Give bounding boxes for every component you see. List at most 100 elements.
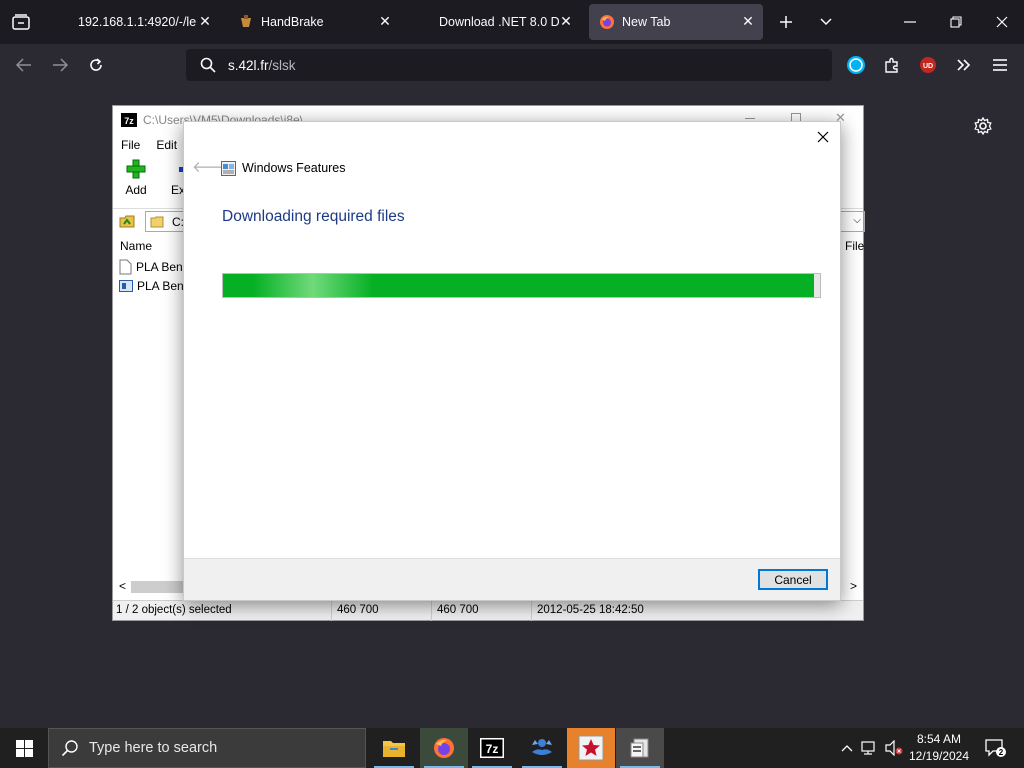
tab-label: HandBrake — [261, 15, 324, 29]
executable-icon — [119, 280, 133, 292]
taskbar-clock[interactable]: 8:54 AM 12/19/2024 — [902, 731, 976, 765]
close-icon[interactable]: ✕ — [378, 14, 392, 28]
status-selection: 1 / 2 object(s) selected — [116, 604, 232, 616]
menu-edit[interactable]: Edit — [148, 134, 185, 156]
taskbar-star-app[interactable] — [567, 728, 615, 768]
ublock-icon[interactable]: UD — [914, 51, 942, 79]
folder-icon — [150, 216, 164, 227]
search-placeholder: Type here to search — [89, 740, 218, 756]
7zip-status-bar: 1 / 2 object(s) selected 460 700 460 700… — [113, 600, 863, 621]
clock-date: 12/19/2024 — [908, 749, 970, 763]
status-packed: 460 700 — [437, 604, 479, 616]
new-tab-button[interactable] — [772, 8, 800, 36]
plus-icon — [126, 159, 146, 179]
taskbar-genie-app[interactable] — [518, 728, 566, 768]
taskbar-windows-features[interactable] — [616, 728, 664, 768]
tab-dotnet-download[interactable]: Download .NET 8.0 Desktop ✕ — [429, 4, 581, 40]
scroll-thumb[interactable] — [131, 581, 183, 593]
scroll-right-icon[interactable]: > — [850, 579, 857, 593]
column-file[interactable]: File — [845, 239, 864, 253]
column-name[interactable]: Name — [120, 239, 152, 253]
7zip-icon: 7z — [121, 113, 137, 127]
browser-nav-bar: s.42l.fr/slsk UD — [0, 44, 1024, 86]
hamburger-menu-icon[interactable] — [986, 51, 1014, 79]
restore-button[interactable] — [942, 8, 970, 36]
dialog-heading: Downloading required files — [222, 208, 405, 225]
svg-text:7z: 7z — [486, 742, 499, 756]
svg-text:7z: 7z — [124, 116, 134, 126]
file-name: PLA Benc — [137, 279, 190, 293]
tab-label: Download .NET 8.0 Desktop — [439, 15, 559, 29]
chevron-down-icon[interactable]: ⌵ — [853, 215, 861, 226]
back-arrow-icon[interactable]: 🡐 — [192, 160, 232, 176]
progress-glow — [253, 274, 373, 297]
close-icon[interactable]: ✕ — [741, 14, 755, 28]
firefox-icon — [600, 15, 614, 29]
extensions-icon[interactable] — [878, 51, 906, 79]
search-icon — [61, 740, 78, 757]
start-button[interactable] — [0, 728, 48, 768]
taskbar-firefox[interactable] — [420, 728, 468, 768]
reload-button[interactable] — [82, 51, 110, 79]
gear-icon[interactable] — [972, 115, 994, 137]
tab-handbrake[interactable]: HandBrake ✕ — [228, 4, 400, 40]
file-name: PLA Benc — [136, 260, 189, 274]
tab-list-icon[interactable] — [0, 0, 42, 44]
browser-tab-bar: 192.168.1.1:4920/-/leases ✕ HandBrake ✕ … — [0, 0, 1024, 44]
notification-count: 2 — [999, 748, 1004, 757]
chevron-down-icon[interactable] — [812, 8, 840, 36]
download-progress-bar — [222, 273, 821, 298]
status-size: 460 700 — [337, 604, 379, 616]
7zip-menu-bar: File Edit — [113, 134, 185, 156]
file-explorer-icon — [383, 741, 405, 757]
show-hidden-icons-button[interactable] — [838, 728, 856, 768]
network-icon[interactable] — [860, 728, 880, 768]
windows-features-dialog: 🡐 Windows Features Downloading required … — [183, 121, 841, 601]
dialog-title-row: Windows Features — [221, 159, 346, 177]
list-item[interactable]: PLA Benc — [119, 277, 190, 295]
close-icon[interactable]: ✕ — [198, 14, 212, 28]
clock-time: 8:54 AM — [916, 732, 962, 746]
7zip-icon: 7z — [480, 738, 504, 758]
chevron-up-icon — [841, 745, 853, 752]
minimize-button[interactable] — [745, 118, 755, 119]
list-item[interactable]: PLA Benc — [119, 258, 189, 276]
forward-button[interactable] — [46, 51, 74, 79]
app-star-icon — [578, 735, 604, 761]
taskbar-7zip[interactable]: 7z — [468, 728, 516, 768]
notifications-button[interactable]: 2 — [980, 728, 1010, 768]
close-icon[interactable] — [814, 128, 832, 146]
minimize-button[interactable] — [896, 8, 924, 36]
back-button[interactable] — [10, 51, 38, 79]
windows-taskbar: Type here to search 7z 8:54 AM 12/19/202… — [0, 728, 1024, 768]
volume-muted-icon[interactable] — [884, 728, 904, 768]
windows-features-icon — [221, 160, 236, 176]
windows-logo-icon — [15, 739, 33, 757]
tab-label: New Tab — [622, 15, 671, 29]
close-window-button[interactable] — [988, 8, 1016, 36]
notification-icon: 2 — [985, 739, 1006, 757]
close-icon[interactable]: ✕ — [559, 14, 573, 28]
tab-router-leases[interactable]: 192.168.1.1:4920/-/leases ✕ — [68, 4, 220, 40]
status-modified: 2012-05-25 18:42:50 — [537, 604, 644, 616]
search-icon — [200, 57, 216, 73]
cancel-button[interactable]: Cancel — [758, 569, 828, 590]
url-path: /slsk — [268, 57, 296, 73]
url-domain: s.42l.fr — [228, 57, 269, 73]
handbrake-icon — [241, 15, 251, 27]
account-icon[interactable] — [842, 51, 870, 79]
app-genie-icon — [532, 739, 552, 755]
overflow-menu-icon[interactable] — [950, 51, 978, 79]
scroll-left-icon[interactable]: < — [119, 579, 126, 593]
up-folder-icon[interactable] — [119, 213, 135, 229]
file-icon — [119, 259, 132, 275]
url-text: s.42l.fr/slsk — [228, 58, 296, 73]
ublock-badge: UD — [923, 63, 933, 70]
tab-new-tab[interactable]: New Tab ✕ — [589, 4, 763, 40]
url-bar[interactable]: s.42l.fr/slsk — [186, 49, 832, 81]
windows-features-icon — [630, 738, 649, 758]
taskbar-search-box[interactable]: Type here to search — [48, 728, 366, 768]
dialog-title: Windows Features — [242, 161, 346, 175]
menu-file[interactable]: File — [113, 134, 148, 156]
taskbar-file-explorer[interactable] — [370, 728, 418, 768]
